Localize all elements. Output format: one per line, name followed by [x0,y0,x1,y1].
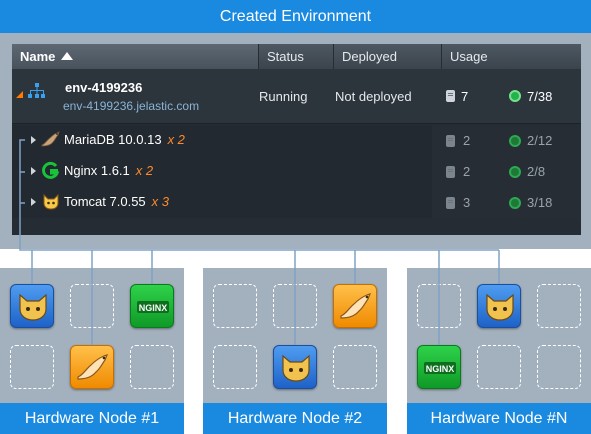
mariadb-seal-icon [340,293,372,319]
node-name: MariaDB 10.0.13 x 2 [64,132,185,147]
tomcat-cat-icon [282,354,310,382]
environment-status: Running [259,89,308,104]
created-environment-banner: Created Environment [0,0,591,33]
node-reserved-cloudlets: 2 [463,133,471,148]
nginx-logo-text: NGINX [426,364,455,374]
node-reserved-cloudlets: 2 [463,164,471,179]
hardware-node-label-text: Hardware Node #N [430,410,568,427]
dynamic-cloudlets-icon [509,90,521,102]
tomcat-container-tile [477,284,521,328]
environment-dynamic-cloudlets: 7/38 [527,89,553,104]
expand-arrow-icon[interactable] [31,198,36,206]
empty-slot [130,345,174,389]
nginx-logo-text: NGINX [139,303,168,313]
dynamic-cloudlets-icon [509,166,521,178]
empty-slot [537,284,581,328]
empty-slot [333,345,377,389]
node-row-mariadb[interactable]: MariaDB 10.0.13 x 2 2 2/12 [12,125,581,156]
nginx-container-tile: NGINX [417,345,461,389]
node-dynamic-cloudlets: 2/8 [527,164,546,179]
node-count: x 3 [151,194,169,209]
reserved-cloudlets-icon [446,90,455,102]
node-row-nginx[interactable]: Nginx 1.6.1 x 2 2 2/8 [12,156,581,187]
mariadb-container-tile [333,284,377,328]
column-header-usage[interactable]: Usage [442,44,581,69]
node-row-tomcat[interactable]: Tomcat 7.0.55 x 3 3 3/18 [12,187,581,218]
node-count: x 2 [135,163,154,178]
empty-slot [213,345,257,389]
mariadb-seal-icon [77,354,109,380]
tomcat-cat-icon [486,293,514,321]
empty-slot [537,345,581,389]
node-count: x 2 [167,132,185,147]
reserved-cloudlets-icon [446,135,455,147]
expand-arrow-icon[interactable] [31,136,36,144]
hardware-node-label: Hardware Node #2 [203,403,387,434]
hardware-node-label: Hardware Node #1 [0,403,184,434]
environment-topology-icon [28,83,45,98]
environment-collapse-icon[interactable] [16,91,23,98]
environment-reserved-cloudlets: 7 [461,89,469,104]
hardware-node-label-text: Hardware Node #2 [227,410,363,427]
dynamic-cloudlets-icon [509,197,521,209]
node-name: Nginx 1.6.1 x 2 [64,163,153,178]
nginx-g-icon [42,161,60,179]
sort-ascending-icon [61,52,74,60]
hardware-node-1: NGINX Hardware Node #1 [0,268,184,434]
empty-slot [273,284,317,328]
mariadb-seal-icon [41,131,60,147]
column-status-label: Status [267,49,304,64]
column-name-label: Name [20,49,56,64]
dynamic-cloudlets-icon [509,135,521,147]
tomcat-container-tile [10,284,54,328]
empty-slot [213,284,257,328]
node-dynamic-cloudlets: 2/12 [527,133,553,148]
nginx-container-tile: NGINX [130,284,174,328]
tomcat-cat-icon [43,193,59,210]
hardware-node-label-text: Hardware Node #1 [24,410,160,427]
hardware-node-label: Hardware Node #N [407,403,591,434]
node-name-text: Tomcat 7.0.55 [64,194,146,209]
column-usage-label: Usage [450,49,488,64]
environment-grid: Name Status Deployed Usage env-4199236 e… [12,44,581,235]
nginx-logo-icon: NGINX [137,301,169,313]
grid-header: Name Status Deployed Usage [12,44,581,69]
column-header-deployed[interactable]: Deployed [334,44,442,69]
empty-slot [70,284,114,328]
column-deployed-label: Deployed [342,49,397,64]
empty-slot [417,284,461,328]
hardware-node-n: NGINX Hardware Node #N [407,268,591,434]
environment-domain-link[interactable]: env-4199236.jelastic.com [63,99,199,113]
reserved-cloudlets-icon [446,166,455,178]
column-header-status[interactable]: Status [259,44,334,69]
environment-row[interactable]: env-4199236 env-4199236.jelastic.com Run… [12,69,581,124]
node-name: Tomcat 7.0.55 x 3 [64,194,169,209]
expand-arrow-icon[interactable] [31,167,36,175]
mariadb-container-tile [70,345,114,389]
reserved-cloudlets-icon [446,197,455,209]
column-header-name[interactable]: Name [12,44,259,69]
environment-deployed: Not deployed [335,89,412,104]
node-dynamic-cloudlets: 3/18 [527,195,553,210]
empty-slot [10,345,54,389]
tomcat-container-tile [273,345,317,389]
nginx-logo-icon: NGINX [424,362,456,374]
node-reserved-cloudlets: 3 [463,195,471,210]
hardware-node-2: Hardware Node #2 [203,268,387,434]
environment-name[interactable]: env-4199236 [65,80,142,95]
empty-slot [477,345,521,389]
banner-title: Created Environment [219,8,372,25]
node-name-text: MariaDB 10.0.13 [64,132,162,147]
tomcat-cat-icon [19,293,47,321]
node-name-text: Nginx 1.6.1 [64,163,130,178]
